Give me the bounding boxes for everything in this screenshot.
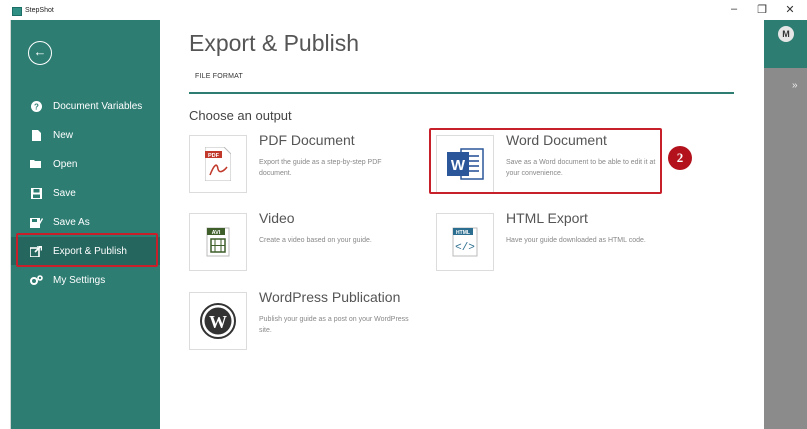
page-title: Export & Publish — [189, 30, 360, 56]
svg-text:W: W — [451, 157, 466, 174]
tab-divider — [189, 92, 734, 94]
tab-active-indicator — [189, 92, 247, 94]
option-video[interactable]: AVI Video Create a video based on your g… — [189, 210, 419, 271]
export-icon — [29, 244, 43, 258]
option-title: WordPress Publication — [259, 289, 401, 305]
svg-text:</>: </> — [455, 242, 475, 254]
sidebar-item-new[interactable]: New — [11, 121, 160, 149]
sidebar-item-label: Save — [53, 187, 76, 199]
sidebar-item-label: New — [53, 129, 74, 141]
html-icon: HTML </> — [436, 213, 494, 271]
stepshot-logo-icon — [12, 7, 22, 16]
app-title: StepShot — [25, 7, 54, 14]
save-icon — [29, 186, 43, 200]
sidebar-item-save-as[interactable]: Save As — [11, 208, 160, 236]
sidebar-item-label: My Settings — [53, 274, 106, 286]
option-title: PDF Document — [259, 132, 355, 148]
back-button[interactable]: ← — [28, 41, 52, 65]
sidebar-item-export-publish[interactable]: Export & Publish — [11, 237, 160, 265]
word-icon: W — [436, 135, 494, 193]
svg-text:?: ? — [34, 102, 39, 111]
title-bar: StepShot – ❐ ✕ — [0, 0, 807, 20]
sidebar-item-label: Export & Publish — [53, 245, 127, 257]
option-description: Save as a Word document to be able to ed… — [506, 159, 656, 177]
sidebar: ← ? Document Variables New Open Save Sav… — [11, 20, 160, 429]
wordpress-icon: W — [189, 292, 247, 350]
video-icon: AVI — [189, 213, 247, 271]
close-button[interactable]: ✕ — [782, 3, 798, 16]
restore-button[interactable]: ❐ — [754, 3, 770, 16]
expand-chevron-icon[interactable]: » — [792, 80, 798, 91]
option-html-export[interactable]: HTML </> HTML Export Have your guide dow… — [436, 210, 666, 271]
svg-text:HTML: HTML — [456, 230, 470, 236]
pdf-icon: PDF — [189, 135, 247, 193]
right-panel: M » — [764, 20, 807, 429]
option-title: Word Document — [506, 132, 607, 148]
sidebar-item-document-variables[interactable]: ? Document Variables — [11, 92, 160, 120]
avatar[interactable]: M — [778, 26, 794, 42]
app-window: StepShot – ❐ ✕ ← ? Document Variables Ne… — [0, 0, 807, 429]
sidebar-item-label: Document Variables — [53, 100, 143, 112]
option-word-document[interactable]: W Word Document Save as a Word document … — [436, 132, 666, 193]
svg-text:W: W — [209, 312, 227, 332]
option-description: Have your guide downloaded as HTML code. — [506, 237, 646, 244]
left-edge-strip — [0, 20, 11, 429]
question-icon: ? — [29, 99, 43, 113]
option-description: Export the guide as a step-by-step PDF d… — [259, 159, 382, 177]
save-as-icon — [29, 215, 43, 229]
sidebar-item-label: Save As — [53, 216, 90, 228]
option-pdf-document[interactable]: PDF PDF Document Export the guide as a s… — [189, 132, 419, 193]
option-description: Create a video based on your guide. — [259, 237, 372, 244]
file-icon — [29, 128, 43, 142]
option-title: HTML Export — [506, 210, 588, 226]
right-panel-header: M — [764, 20, 807, 68]
sidebar-item-label: Open — [53, 158, 78, 170]
sidebar-item-my-settings[interactable]: My Settings — [11, 266, 160, 294]
option-title: Video — [259, 210, 295, 226]
step-badge-2: 2 — [668, 146, 692, 170]
svg-text:AVI: AVI — [212, 230, 221, 236]
tab-file-format[interactable]: FILE FORMAT — [195, 73, 243, 80]
section-title: Choose an output — [189, 108, 292, 123]
minimize-button[interactable]: – — [726, 3, 742, 15]
main-content: Export & Publish FILE FORMAT Choose an o… — [160, 20, 764, 429]
option-description: Publish your guide as a post on your Wor… — [259, 316, 409, 334]
folder-icon — [29, 157, 43, 171]
option-wordpress-publication[interactable]: W WordPress Publication Publish your gui… — [189, 289, 419, 350]
svg-text:PDF: PDF — [208, 153, 220, 159]
sidebar-item-save[interactable]: Save — [11, 179, 160, 207]
settings-icon — [29, 273, 43, 287]
sidebar-item-open[interactable]: Open — [11, 150, 160, 178]
